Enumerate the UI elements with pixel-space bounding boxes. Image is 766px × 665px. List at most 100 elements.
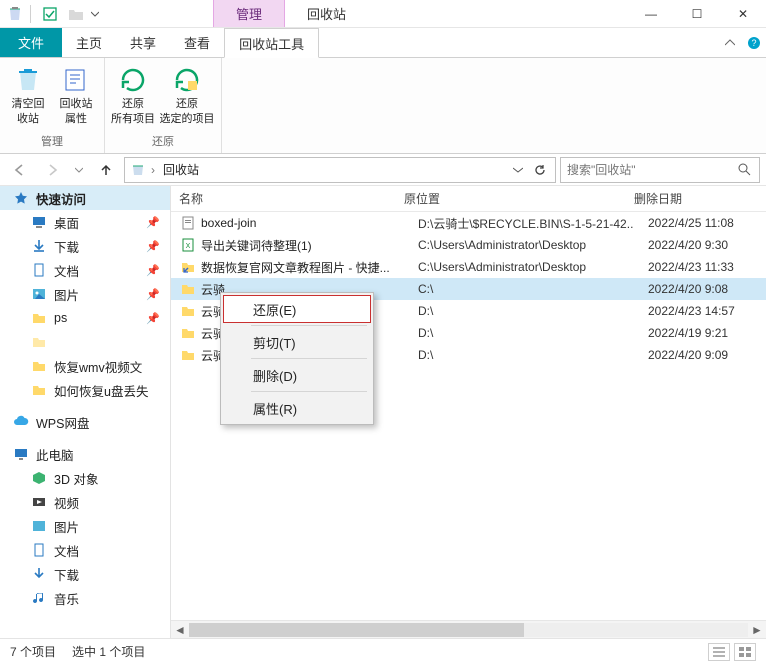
download-icon [30,565,48,583]
file-type-icon: X [179,236,197,254]
file-date-deleted: 2022/4/20 9:30 [648,238,766,252]
qat-customize-chevron-icon[interactable] [87,3,103,25]
column-name[interactable]: 名称 [171,190,396,207]
recycle-bin-properties-button[interactable]: 回收站 属性 [54,62,98,131]
sidebar-quick-access[interactable]: 快速访问 [0,186,170,210]
folder-icon [30,381,48,399]
tab-share[interactable]: 共享 [116,28,170,57]
restore-selected-icon [171,64,203,96]
maximize-button[interactable]: ☐ [674,0,720,28]
label: 恢复wmv视频文 [54,357,142,376]
view-details-icon[interactable] [708,643,730,661]
ribbon-group-restore: 还原 所有项目 还原 选定的项目 还原 [105,58,222,153]
cloud-icon [12,413,30,431]
scroll-thumb[interactable] [189,623,524,637]
download-icon [30,237,48,255]
file-row[interactable]: X导出关键词待整理(1)C:\Users\Administrator\Deskt… [171,234,766,256]
context-restore[interactable]: 还原(E) [223,295,371,323]
label: 图片 [54,517,79,536]
file-original-location: C:\Users\Administrator\Desktop [418,260,648,274]
sidebar-item-desktop[interactable]: 桌面📌 [0,210,170,234]
file-date-deleted: 2022/4/23 11:33 [648,260,766,274]
restore-selected-button[interactable]: 还原 选定的项目 [159,62,215,131]
file-type-icon [179,346,197,364]
file-name: 数据恢复官网文章教程图片 - 快捷... [201,259,418,276]
context-cut[interactable]: 剪切(T) [223,328,371,356]
quick-access-toolbar [0,0,103,27]
file-row[interactable]: 数据恢复官网文章教程图片 - 快捷...C:\Users\Administrat… [171,256,766,278]
sidebar-item-downloads[interactable]: 下载📌 [0,234,170,258]
context-delete[interactable]: 删除(D) [223,361,371,389]
sidebar-item-downloads2[interactable]: 下载 [0,562,170,586]
label: 3D 对象 [54,469,98,488]
label: WPS网盘 [36,413,89,432]
label: 文档 [54,261,79,280]
nav-history-chevron-icon[interactable] [70,157,88,183]
tab-recycle-tools[interactable]: 回收站工具 [224,28,319,58]
search-icon[interactable] [735,163,753,176]
column-headers[interactable]: 名称 原位置 删除日期 [171,186,766,212]
sidebar-item-ps[interactable]: ps📌 [0,306,170,330]
address-bar[interactable]: › 回收站 [124,157,556,183]
qat-checkbox-icon[interactable] [39,3,61,25]
restore-all-button[interactable]: 还原 所有项目 [111,62,155,131]
scroll-track[interactable] [189,623,748,637]
explorer-body: 快速访问 桌面📌 下载📌 文档📌 图片📌 ps📌 恢复wmv视频文 如何恢复u盘… [0,186,766,638]
nav-forward-button[interactable] [38,157,66,183]
chevron-right-icon[interactable]: › [151,163,155,177]
refresh-icon[interactable] [529,158,551,182]
ribbon-collapse-chevron-icon[interactable] [718,28,742,57]
sidebar-item-music[interactable]: 音乐 [0,586,170,610]
sidebar-item-folder[interactable]: 如何恢复u盘丢失 [0,378,170,402]
sidebar-item-videos[interactable]: 视频 [0,490,170,514]
tab-home[interactable]: 主页 [62,28,116,57]
breadcrumb[interactable]: 回收站 [159,161,203,178]
navigation-pane[interactable]: 快速访问 桌面📌 下载📌 文档📌 图片📌 ps📌 恢复wmv视频文 如何恢复u盘… [0,186,170,638]
sidebar-item-thispc[interactable]: 此电脑 [0,442,170,466]
context-properties[interactable]: 属性(R) [223,394,371,422]
label: 还原 [122,98,144,111]
label: ps [54,311,67,325]
column-original-location[interactable]: 原位置 [396,190,626,207]
label: 收站 [17,113,39,126]
scroll-left-icon[interactable]: ◄ [171,621,189,639]
file-date-deleted: 2022/4/23 14:57 [648,304,766,318]
sidebar-item-folder[interactable]: 恢复wmv视频文 [0,354,170,378]
address-dropdown-chevron-icon[interactable] [507,158,529,182]
sidebar-item-documents[interactable]: 文档📌 [0,258,170,282]
scroll-right-icon[interactable]: ► [748,621,766,639]
sidebar-item-blurred[interactable] [0,330,170,354]
properties-icon [60,64,92,96]
sidebar-item-3dobjects[interactable]: 3D 对象 [0,466,170,490]
horizontal-scrollbar[interactable]: ◄ ► [171,620,766,638]
star-icon [12,189,30,207]
file-original-location: D:\ [418,326,648,340]
nav-up-button[interactable] [92,157,120,183]
minimize-button[interactable]: — [628,0,674,28]
label: 选定的项目 [160,113,215,126]
search-box[interactable] [560,157,760,183]
contextual-tab-manage[interactable]: 管理 [213,0,285,27]
search-input[interactable] [567,163,735,177]
help-icon[interactable]: ? [742,28,766,57]
label: 如何恢复u盘丢失 [54,381,148,400]
label: 清空回 [12,98,45,111]
column-date-deleted[interactable]: 删除日期 [626,190,766,207]
sidebar-item-documents2[interactable]: 文档 [0,538,170,562]
close-button[interactable]: ✕ [720,0,766,28]
qat-newfolder-icon[interactable] [65,3,87,25]
file-original-location: C:\ [418,282,648,296]
sidebar-item-wps[interactable]: WPS网盘 [0,410,170,434]
pin-icon: 📌 [146,216,160,229]
sidebar-item-pictures[interactable]: 图片📌 [0,282,170,306]
pin-icon: 📌 [146,240,160,253]
nav-back-button[interactable] [6,157,34,183]
svg-text:X: X [186,243,191,250]
tab-file[interactable]: 文件 [0,28,62,57]
view-large-icons-icon[interactable] [734,643,756,661]
tab-view[interactable]: 查看 [170,28,224,57]
empty-recycle-bin-button[interactable]: 清空回 收站 [6,62,50,131]
sidebar-item-pictures2[interactable]: 图片 [0,514,170,538]
window-title: 回收站 [285,0,368,27]
file-row[interactable]: boxed-joinD:\云骑士\$RECYCLE.BIN\S-1-5-21-4… [171,212,766,234]
